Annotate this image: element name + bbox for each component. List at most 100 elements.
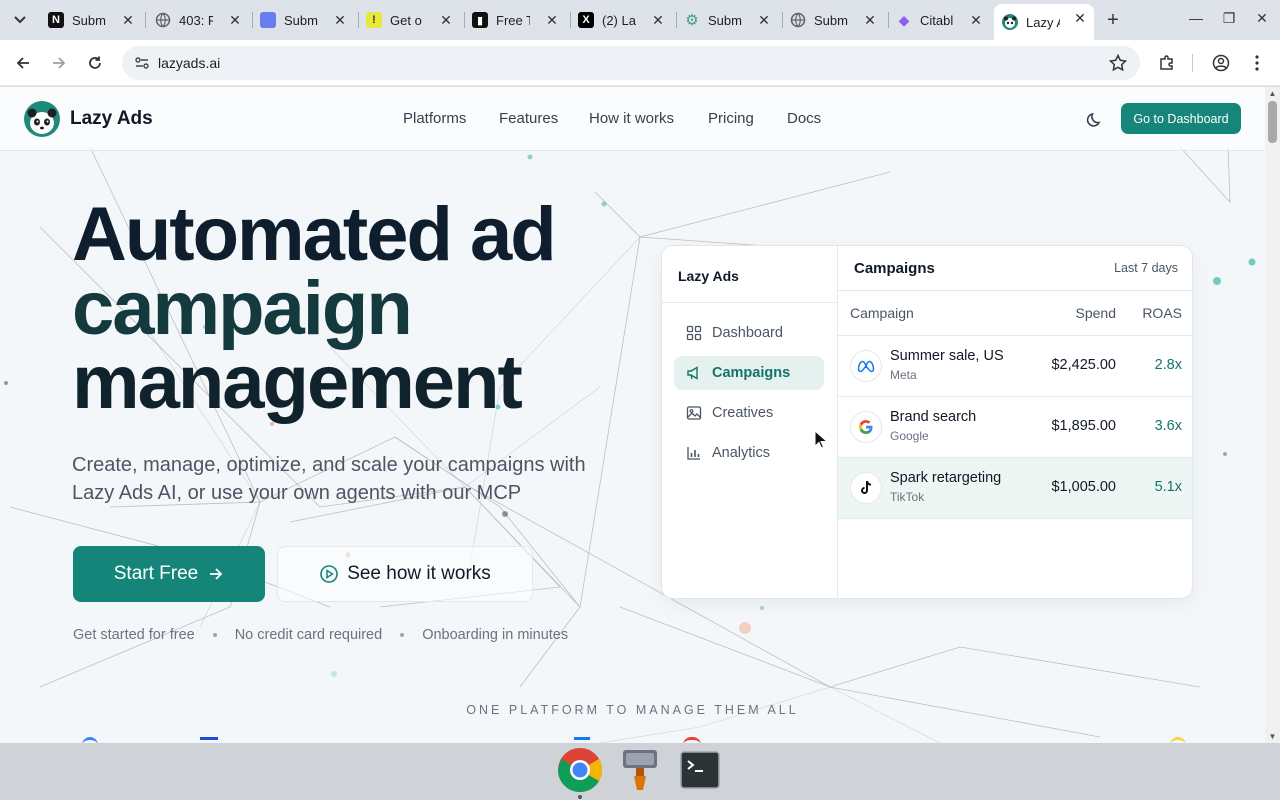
grid-icon [686, 325, 702, 341]
close-icon[interactable]: ✕ [968, 12, 984, 28]
account-icon [1212, 54, 1230, 72]
nav-pricing[interactable]: Pricing [708, 110, 754, 127]
close-icon[interactable]: ✕ [544, 12, 560, 28]
address-bar[interactable]: lazyads.ai [122, 46, 1140, 80]
date-range: Last 7 days [1114, 261, 1178, 275]
tab-title: 403: F [179, 12, 213, 28]
browser-menu-button[interactable] [1245, 51, 1269, 75]
browser-toolbar: lazyads.ai [0, 40, 1280, 86]
campaign-platform: TikTok [890, 490, 925, 504]
play-circle-icon [320, 565, 338, 583]
scrollbar-thumb[interactable] [1268, 101, 1277, 143]
browser-tab[interactable]: Subm ✕ [782, 6, 884, 34]
megaphone-icon [687, 366, 698, 380]
nav-features[interactable]: Features [499, 110, 558, 127]
site-header: Lazy Ads Platforms Features How it works… [0, 87, 1265, 151]
minimize-icon[interactable]: — [1186, 10, 1206, 30]
scroll-down-icon[interactable]: ▼ [1268, 732, 1277, 741]
browser-tab[interactable]: N Subm ✕ [40, 6, 142, 34]
campaign-roas: 2.8x [1154, 357, 1182, 373]
preview-nav-label: Creatives [712, 405, 774, 421]
browser-tab[interactable]: ▮ Free T ✕ [464, 6, 566, 34]
forward-button[interactable] [47, 51, 71, 75]
nav-docs[interactable]: Docs [787, 110, 821, 127]
app-icon[interactable] [617, 747, 663, 793]
tab-title: Free T [496, 12, 530, 28]
browser-tab-active[interactable]: Lazy A ✕ [994, 4, 1094, 40]
site-info-icon[interactable] [134, 55, 150, 71]
back-button[interactable] [11, 51, 35, 75]
moon-icon [1086, 112, 1101, 127]
column-header: ROAS [1142, 305, 1182, 321]
lazy-ads-logo[interactable] [24, 101, 60, 137]
arrow-right-icon [210, 568, 223, 580]
restore-icon[interactable]: ❐ [1219, 10, 1239, 30]
browser-tab[interactable]: 403: F ✕ [147, 6, 249, 34]
tab-title: Lazy A [1026, 14, 1060, 30]
campaign-name: Summer sale, US [890, 348, 1004, 364]
perk-item: Get started for free [73, 627, 195, 643]
star-icon[interactable] [1108, 53, 1128, 73]
profile-button[interactable] [1209, 51, 1233, 75]
tab-title: Subm [814, 12, 848, 28]
new-tab-button[interactable]: + [1102, 9, 1124, 31]
browser-tab[interactable]: ⚙ Subm ✕ [676, 6, 778, 34]
close-icon[interactable]: ✕ [650, 12, 666, 28]
scroll-up-icon[interactable]: ▲ [1268, 89, 1277, 98]
nav-how-it-works[interactable]: How it works [589, 110, 674, 127]
table-row: Brand search Google $1,895.00 3.6x [838, 397, 1192, 457]
reload-button[interactable] [83, 51, 107, 75]
browser-tab[interactable]: Subm ✕ [252, 6, 354, 34]
close-icon[interactable]: ✕ [332, 12, 348, 28]
close-icon[interactable]: ✕ [120, 12, 136, 28]
tab-title: Citabl [920, 12, 954, 28]
chevron-down-icon [14, 16, 26, 24]
theme-toggle-button[interactable] [1084, 108, 1106, 130]
chrome-icon[interactable] [557, 747, 603, 793]
close-icon[interactable]: ✕ [862, 12, 878, 28]
preview-nav-creatives: Creatives [674, 396, 824, 430]
column-header: Campaign [850, 305, 914, 321]
nav-platforms[interactable]: Platforms [403, 110, 466, 127]
puzzle-icon [1160, 55, 1173, 70]
google-icon [850, 411, 882, 443]
browser-tab[interactable]: ◆ Citabl ✕ [888, 6, 990, 34]
panda-icon [1002, 14, 1018, 30]
tab-title: Subm [284, 12, 318, 28]
hero-title-line-1: Automated ad [72, 192, 557, 277]
close-icon[interactable]: ✕ [227, 12, 243, 28]
browser-tab[interactable]: ! Get o ✕ [358, 6, 460, 34]
start-free-label: Start Free [113, 563, 199, 584]
campaign-name: Spark retargeting [890, 470, 1002, 486]
tab-title: Subm [72, 12, 106, 28]
page-scrollbar[interactable]: ▲ ▼ [1265, 87, 1280, 743]
close-icon[interactable]: ✕ [1072, 10, 1088, 26]
preview-title: Campaigns [854, 260, 935, 277]
preview-sidebar: Lazy Ads Dashboard Campaigns Creatives A… [662, 246, 838, 598]
extensions-button[interactable] [1155, 51, 1179, 75]
preview-nav-label: Analytics [712, 445, 771, 461]
platforms-caption: ONE PLATFORM TO MANAGE THEM ALL [466, 703, 799, 717]
start-free-button[interactable]: Start Free [73, 546, 265, 602]
browser-tab[interactable]: X (2) La ✕ [570, 6, 672, 34]
hero-title-line-2: campaign [72, 266, 413, 351]
tab-search-button[interactable] [8, 8, 32, 32]
terminal-icon[interactable] [677, 747, 723, 793]
campaign-spend: $1,005.00 [1051, 479, 1116, 495]
close-window-icon[interactable]: ✕ [1252, 10, 1272, 30]
bar-chart-icon [687, 447, 700, 460]
go-to-dashboard-button[interactable]: Go to Dashboard [1121, 103, 1241, 134]
arrow-left-icon [16, 57, 29, 69]
diamond-icon: ◆ [898, 11, 910, 28]
see-how-it-works-label: See how it works [347, 563, 491, 584]
close-icon[interactable]: ✕ [756, 12, 772, 28]
preview-brand: Lazy Ads [678, 268, 739, 284]
x-icon: X [578, 12, 594, 28]
see-how-it-works-button[interactable]: See how it works [277, 546, 533, 602]
preview-nav-label: Dashboard [712, 325, 783, 341]
close-icon[interactable]: ✕ [438, 12, 454, 28]
hero-subtitle: Create, manage, optimize, and scale your… [72, 454, 586, 504]
brand-name[interactable]: Lazy Ads [70, 108, 153, 130]
more-vertical-icon [1255, 55, 1259, 71]
preview-nav-campaigns: Campaigns [674, 356, 824, 390]
